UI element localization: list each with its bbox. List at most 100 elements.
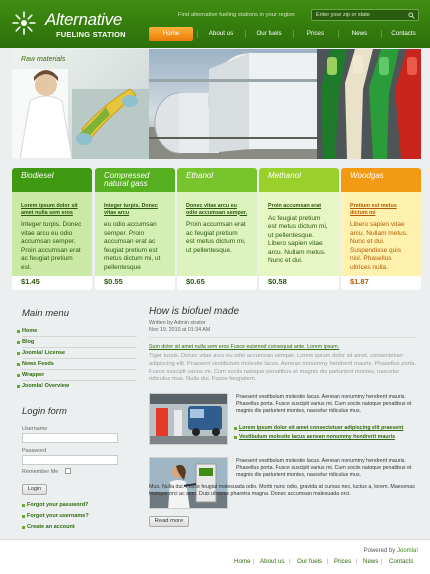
article-lead-link[interactable]: Sum dolor sit amet nulla sem eros Fusce …: [149, 344, 339, 350]
password-label: Password: [22, 448, 47, 454]
footer-separator: |: [381, 558, 383, 565]
fuel-card-link[interactable]: Donec vitae arcu eu odio accumsan semper…: [186, 203, 248, 216]
banner-photo-scientist-corn: Raw materials: [12, 49, 149, 159]
article-bullet-link[interactable]: Vestibulum molestie lacus aenean nonummy…: [233, 434, 395, 440]
article-intro: Tiger turpis. Donec vitae arcu eu odio a…: [149, 353, 417, 383]
logo-title: Alternative: [45, 10, 123, 29]
fuel-card-ethanol: Ethanol Donec vitae arcu eu odio accumsa…: [177, 168, 257, 290]
fuel-card-methanol: Methanol Proin accumsan erat Ac feugiat …: [259, 168, 339, 290]
read-more-button[interactable]: Read more: [149, 516, 189, 527]
article-block-2: Praesent vestibulum molestie lacus. Aene…: [236, 458, 412, 479]
nav-about-us[interactable]: About us: [198, 27, 244, 41]
site-header: Alternative FUELING STATION Find alterna…: [0, 0, 430, 48]
article-title[interactable]: How is biofuel made: [149, 306, 239, 317]
article-block-3: Mus. Nulla dui. Fusce feugiat malesuada …: [149, 484, 415, 498]
banner-photo-fuel-tanks: [149, 49, 317, 159]
fuel-card-cng: Compressed natural gass Integer turpis. …: [95, 168, 175, 290]
search-icon[interactable]: [408, 12, 415, 19]
site-footer: Powered by Joomla! Home | About us | Our…: [0, 539, 430, 574]
article-divider: [149, 337, 417, 338]
footer-separator: |: [327, 558, 329, 565]
fuel-card-price: $1.45: [21, 277, 40, 286]
remember-me-checkbox[interactable]: [65, 468, 71, 474]
fuel-card-title: Compressed natural gass: [95, 168, 175, 192]
create-account-link[interactable]: Create an account: [22, 524, 75, 530]
article-image-fuel-station: [149, 393, 228, 445]
password-field[interactable]: [22, 455, 118, 465]
menu-divider: [22, 369, 137, 370]
nav-our-fuels[interactable]: Our fuels: [246, 27, 292, 41]
menu-divider: [22, 347, 137, 348]
forgot-password-link[interactable]: Forgot your password?: [21, 502, 88, 508]
login-button[interactable]: Login: [22, 484, 47, 495]
nav-prices[interactable]: Prices: [294, 27, 337, 41]
fuel-card-body: Proin accumsan erat Ac feugiat pretium e…: [259, 192, 339, 276]
joomla-link[interactable]: Joomla!: [397, 548, 418, 554]
fuel-card-text: eu odio accumsan semper. Proin accumsan …: [104, 221, 161, 271]
fuel-station-illustration: [150, 394, 227, 444]
main-nav: Home About us Our fuels Prices News Cont…: [149, 27, 425, 41]
article-date: Nov 19, 2010 at 01:34 AM: [149, 327, 211, 333]
fuel-card-link[interactable]: Pretium est metus dictum mi: [350, 203, 412, 216]
footer-link-home[interactable]: Home: [234, 558, 251, 565]
fuel-card-link[interactable]: Lorem ipsum dolor sit amet nulla sem ero…: [21, 203, 83, 216]
fuel-tanks-illustration: [149, 52, 317, 159]
fuel-card-price: $0.58: [268, 277, 287, 286]
menu-divider: [22, 336, 137, 337]
menu-divider: [22, 380, 137, 381]
article-bullet-link[interactable]: Lorem ipsum dolor sit amet consectetuer …: [233, 425, 403, 431]
fuel-card-price: $0.55: [104, 277, 123, 286]
fuel-card-text: Ac feugiat pretium est metus dictum mi, …: [268, 214, 328, 265]
nav-news[interactable]: News: [339, 27, 380, 41]
zip-search-placeholder: Enter your zip or state: [316, 12, 370, 18]
fuel-card-biodiesel: Biodiesel Lorem ipsum dolor sit amet nul…: [12, 168, 92, 290]
menu-item-blog[interactable]: Blog: [16, 339, 34, 345]
footer-separator: |: [253, 558, 255, 565]
article-block-1: Praesent vestibulum molestie lacus. Aene…: [236, 394, 412, 415]
footer-separator: |: [356, 558, 358, 565]
nav-home[interactable]: Home: [149, 27, 193, 41]
nav-contacts[interactable]: Contacts: [382, 27, 425, 41]
fuel-card-text: Integer turpis. Donec vitae arcu eu odio…: [21, 221, 82, 271]
remember-me-label: Remember Me: [22, 469, 59, 475]
forgot-username-link[interactable]: Forgot your username?: [22, 513, 89, 519]
username-label: Username: [22, 426, 48, 432]
fuel-card-link[interactable]: Proin accumsan erat: [268, 203, 330, 210]
menu-item-license[interactable]: Joomla! License: [16, 350, 65, 356]
fuel-card-title: Biodiesel: [12, 168, 92, 192]
fuel-card-body: Integer turpis. Donec vitae arcu eu odio…: [95, 192, 175, 276]
menu-item-news-feeds[interactable]: News Feeds: [17, 361, 54, 367]
powered-by: Powered by Joomla!: [364, 548, 418, 554]
menu-divider: [22, 358, 137, 359]
footer-link-news[interactable]: News: [363, 558, 378, 565]
powered-by-label: Powered by: [363, 548, 396, 554]
footer-link-about-us[interactable]: About us: [260, 558, 284, 565]
hero-banner: Raw materials: [12, 49, 421, 159]
fuel-card-title: Ethanol: [177, 168, 257, 192]
article-image-woman-fueling: [149, 457, 228, 509]
scientist-corn-illustration: [12, 69, 149, 159]
fuel-card-text: Libero sapien vitae arcu. Nullam metus. …: [350, 221, 408, 271]
fuel-card-text: Proin accumsan erat ac feugiat pretium e…: [186, 221, 246, 254]
fuel-card-link[interactable]: Integer turpis. Donec vitae arcu: [104, 203, 166, 216]
login-form-title: Login form: [22, 406, 67, 417]
find-stations-text: Find alternative fueling stations in you…: [178, 12, 295, 18]
site-logo[interactable]: Alternative FUELING STATION: [12, 9, 126, 43]
menu-item-wrapper[interactable]: Wrapper: [16, 372, 44, 378]
fuel-card-woodgas: Woodgas Pretium est metus dictum mi Libe…: [341, 168, 421, 290]
fuel-card-body: Pretium est metus dictum mi Libero sapie…: [341, 192, 421, 276]
footer-link-prices[interactable]: Prices: [334, 558, 351, 565]
footer-link-our-fuels[interactable]: Our fuels: [297, 558, 322, 565]
menu-item-overview[interactable]: Joomla! Overview: [16, 383, 69, 389]
banner-photo-fuel-nozzles: [317, 49, 421, 159]
fuel-nozzles-illustration: [317, 49, 421, 159]
footer-separator: |: [289, 558, 291, 565]
zip-search-input[interactable]: Enter your zip or state: [311, 9, 419, 21]
username-field[interactable]: [22, 433, 118, 443]
fuel-card-body: Donec vitae arcu eu odio accumsan semper…: [177, 192, 257, 276]
fuel-card-title: Methanol: [259, 168, 339, 192]
article-author: Written by Admin strator: [149, 320, 206, 326]
banner-label: Raw materials: [21, 56, 66, 63]
menu-item-home[interactable]: Home: [16, 328, 37, 334]
footer-link-contacts[interactable]: Contacts: [389, 558, 413, 565]
